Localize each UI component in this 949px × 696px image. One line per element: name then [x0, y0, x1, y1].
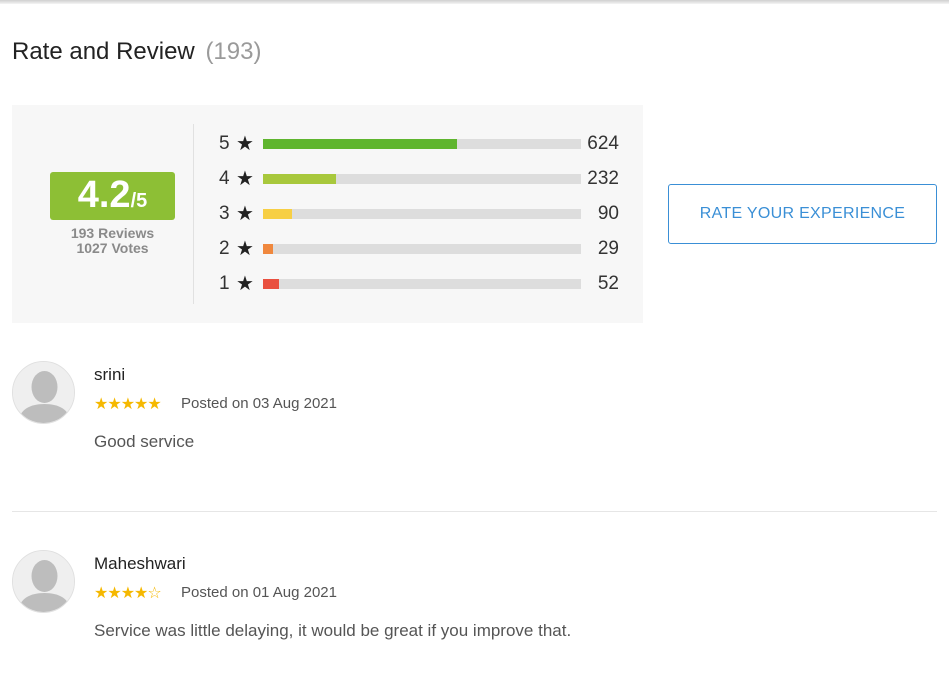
distribution-bar	[263, 279, 279, 289]
rate-experience-button[interactable]: RATE YOUR EXPERIENCE	[668, 184, 937, 244]
reviews-count-text: 193 Reviews	[70, 225, 155, 241]
score-scale: /5	[130, 190, 148, 212]
star-filled-icon: ★	[107, 585, 121, 602]
posted-date: Posted on 01 Aug 2021	[181, 584, 337, 601]
rating-summary: 4.2/5 193 Reviews 1027 Votes 5 ★ 624 4 ★…	[12, 105, 643, 323]
review-text: Good service	[94, 432, 195, 451]
summary-divider	[193, 124, 194, 304]
star-filled-icon: ★	[94, 396, 108, 413]
avatar	[12, 361, 75, 424]
reviewer-name: srini	[94, 365, 126, 384]
review-divider	[12, 511, 937, 512]
distribution-track	[263, 174, 581, 184]
review-stars: ★★★★★	[94, 394, 162, 414]
section-title-text: Rate and Review	[12, 38, 195, 65]
distribution-count: 624	[587, 133, 619, 154]
distribution-count: 232	[587, 168, 619, 189]
star-empty-icon: ☆	[147, 585, 161, 602]
distribution-bar	[263, 209, 292, 219]
distribution-row-2: 2 ★ 29	[219, 238, 619, 260]
review-stars: ★★★★☆	[94, 583, 162, 603]
average-score: 4.2	[77, 174, 131, 216]
star-icon: ★	[236, 168, 254, 190]
star-filled-icon: ★	[107, 396, 121, 413]
section-title: Rate and Review (193)	[12, 38, 261, 66]
star-filled-icon: ★	[94, 585, 108, 602]
star-level: 5	[219, 133, 230, 154]
distribution-count: 52	[597, 273, 619, 294]
distribution-count: 90	[597, 203, 619, 224]
star-icon: ★	[236, 133, 254, 155]
avatar	[12, 550, 75, 613]
review-count: (193)	[205, 38, 262, 65]
distribution-row-5: 5 ★ 624	[219, 133, 619, 155]
star-level: 2	[219, 238, 230, 259]
average-score-badge: 4.2/5	[50, 172, 175, 220]
distribution-track	[263, 139, 581, 149]
reviewer-name: Maheshwari	[94, 554, 186, 573]
star-level: 4	[219, 168, 230, 189]
star-filled-icon: ★	[120, 396, 135, 413]
distribution-count: 29	[597, 238, 619, 259]
user-silhouette-icon	[13, 551, 74, 612]
star-filled-icon: ★	[147, 396, 161, 413]
distribution-track	[263, 279, 581, 289]
distribution-bar	[263, 244, 273, 254]
distribution-bar	[263, 174, 337, 184]
star-filled-icon: ★	[134, 585, 148, 602]
star-icon: ★	[236, 238, 254, 260]
star-icon: ★	[236, 273, 254, 295]
star-filled-icon: ★	[134, 396, 148, 413]
votes-count-text: 1027 Votes	[76, 240, 149, 256]
star-icon: ★	[236, 203, 254, 225]
star-level: 3	[219, 203, 230, 224]
distribution-track	[263, 209, 581, 219]
distribution-bar	[263, 139, 457, 149]
distribution-track	[263, 244, 581, 254]
star-level: 1	[219, 273, 230, 294]
distribution-row-4: 4 ★ 232	[219, 168, 619, 190]
review-text: Service was little delaying, it would be…	[94, 621, 572, 640]
distribution-row-3: 3 ★ 90	[219, 203, 619, 225]
user-silhouette-icon	[13, 362, 74, 423]
star-filled-icon: ★	[120, 585, 135, 602]
posted-date: Posted on 03 Aug 2021	[181, 395, 337, 412]
top-shadow	[0, 0, 949, 4]
distribution-row-1: 1 ★ 52	[219, 273, 619, 295]
